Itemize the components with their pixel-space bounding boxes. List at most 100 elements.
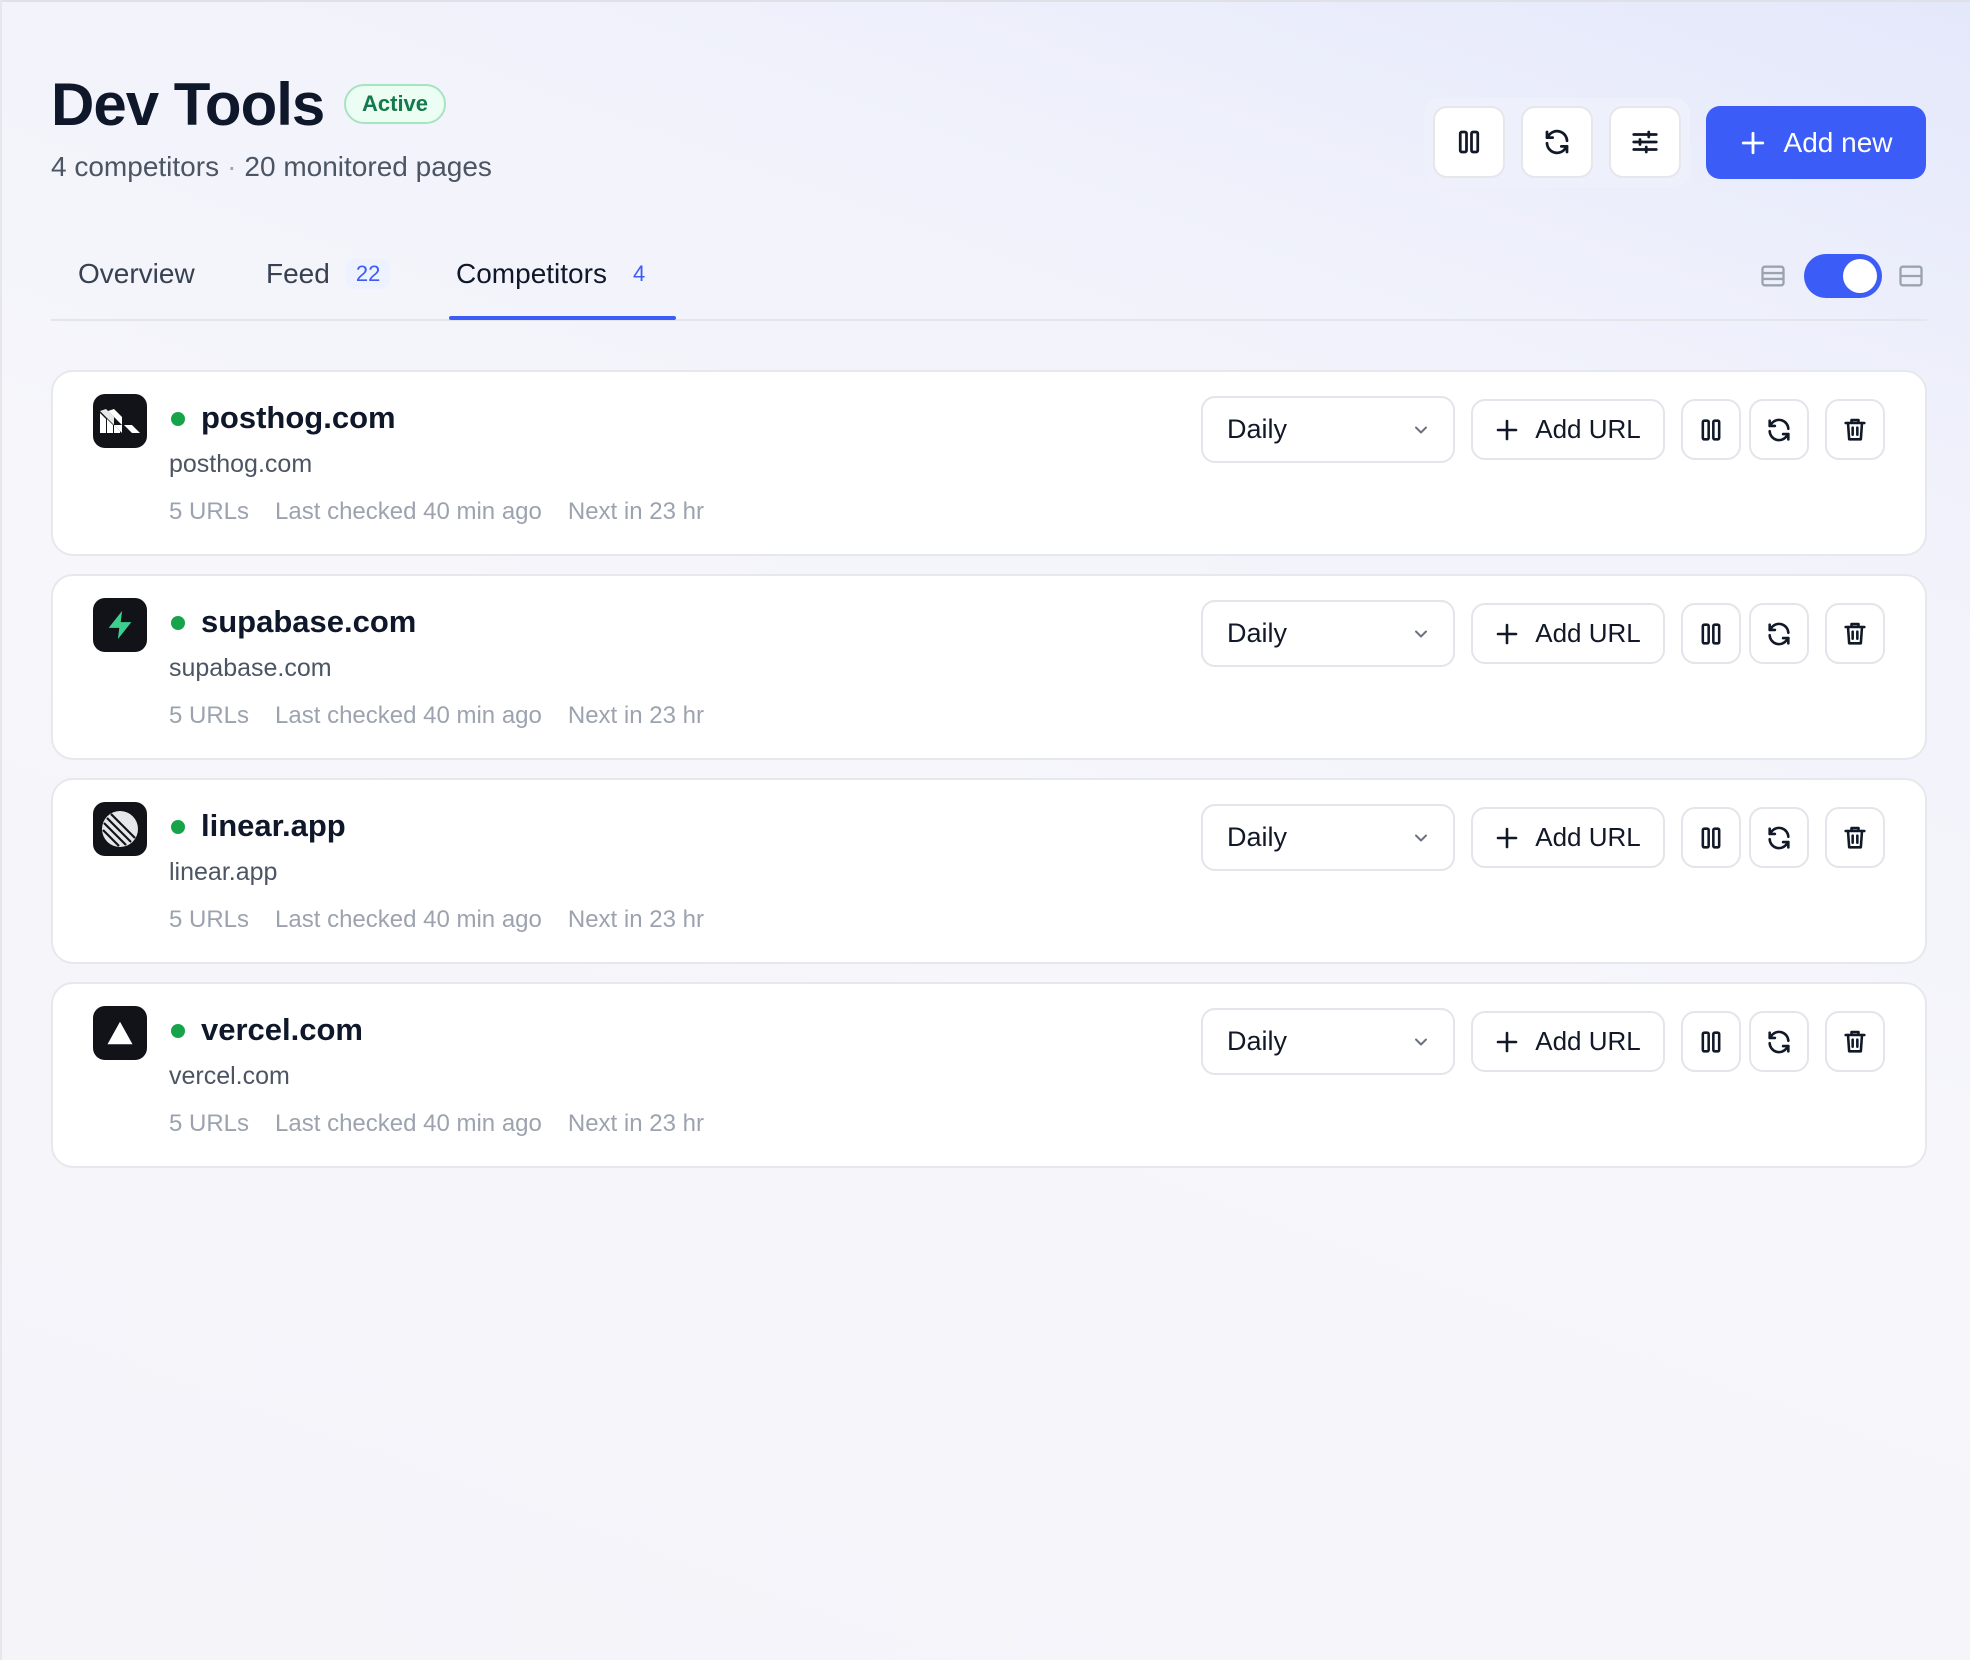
refresh-icon	[1768, 418, 1790, 441]
plus-icon	[1741, 131, 1764, 154]
add-new-button[interactable]: Add new	[1706, 106, 1926, 179]
list-view-button[interactable]	[1759, 262, 1787, 290]
refresh-button[interactable]	[1749, 603, 1809, 664]
refresh-icon	[1768, 622, 1790, 645]
chevron-down-icon	[1415, 426, 1427, 433]
competitor-url: supabase.com	[169, 654, 332, 682]
competitor-url: vercel.com	[169, 1062, 290, 1090]
competitor-card[interactable]: vercel.com vercel.com 5 URLs Last checke…	[51, 982, 1927, 1168]
tab-competitors[interactable]: Competitors 4	[456, 258, 655, 290]
tab-overview[interactable]: Overview	[78, 258, 195, 290]
add-url-button[interactable]: Add URL	[1471, 603, 1665, 664]
status-dot	[171, 412, 185, 426]
add-url-label: Add URL	[1535, 1026, 1641, 1056]
pause-icon	[1458, 130, 1480, 154]
plus-icon	[1496, 1031, 1518, 1052]
delete-button[interactable]	[1825, 603, 1885, 664]
active-tab-indicator	[449, 316, 676, 320]
refresh-icon	[1545, 129, 1569, 155]
competitor-name: linear.app	[201, 808, 346, 843]
delete-button[interactable]	[1825, 807, 1885, 868]
competitor-url: posthog.com	[169, 450, 313, 478]
tab-feed-count: 22	[345, 259, 391, 289]
last-checked: Last checked 40 min ago	[275, 702, 542, 729]
posthog-logo-icon	[93, 394, 147, 448]
pause-button[interactable]	[1681, 1011, 1741, 1072]
add-url-button[interactable]: Add URL	[1471, 807, 1665, 868]
view-toggle[interactable]	[1804, 254, 1882, 298]
delete-button[interactable]	[1825, 399, 1885, 460]
frequency-select[interactable]: Daily	[1201, 1008, 1455, 1075]
list-view-icon	[1761, 265, 1785, 287]
window-left-border	[0, 0, 2, 1660]
frequency-value: Daily	[1227, 822, 1288, 852]
split-view-button[interactable]	[1897, 262, 1925, 290]
competitor-card[interactable]: posthog.com posthog.com 5 URLs Last chec…	[51, 370, 1927, 556]
add-url-button[interactable]: Add URL	[1471, 1011, 1665, 1072]
page-title: Dev Tools	[51, 71, 325, 138]
next-check: Next in 23 hr	[567, 498, 704, 525]
pause-button[interactable]	[1681, 807, 1741, 868]
frequency-value: Daily	[1227, 414, 1288, 444]
chevron-down-icon	[1415, 630, 1427, 637]
trash-icon	[1844, 622, 1866, 645]
sliders-icon	[1632, 130, 1658, 154]
refresh-icon	[1768, 1030, 1790, 1053]
pause-button[interactable]	[1681, 603, 1741, 664]
plus-icon	[1496, 419, 1518, 440]
monitored-pages-count: 20 monitored pages	[244, 151, 492, 182]
refresh-all-button[interactable]	[1521, 106, 1593, 178]
competitor-meta: 5 URLs Last checked 40 min ago Next in 2…	[169, 1110, 704, 1138]
toggle-knob	[1843, 259, 1877, 293]
add-new-label: Add new	[1783, 126, 1893, 158]
refresh-button[interactable]	[1749, 807, 1809, 868]
frequency-value: Daily	[1227, 618, 1288, 648]
frequency-select[interactable]: Daily	[1201, 804, 1455, 871]
status-dot	[171, 820, 185, 834]
pause-button[interactable]	[1681, 399, 1741, 460]
tab-competitors-count: 4	[632, 261, 646, 286]
frequency-value: Daily	[1227, 1026, 1288, 1056]
frequency-select[interactable]: Daily	[1201, 600, 1455, 667]
tabs-divider	[51, 319, 1927, 321]
last-checked: Last checked 40 min ago	[275, 498, 542, 525]
competitors-count: 4 competitors	[51, 151, 220, 182]
chevron-down-icon	[1415, 1038, 1427, 1045]
last-checked: Last checked 40 min ago	[275, 1110, 542, 1137]
plus-icon	[1496, 623, 1518, 644]
frequency-select[interactable]: Daily	[1201, 396, 1455, 463]
add-url-label: Add URL	[1535, 618, 1641, 648]
refresh-button[interactable]	[1749, 399, 1809, 460]
status-dot	[171, 616, 185, 630]
tab-overview-label: Overview	[78, 258, 195, 289]
status-badge: Active	[344, 84, 447, 124]
trash-icon	[1844, 418, 1866, 441]
window-top-border	[0, 0, 1970, 2]
pause-icon	[1701, 622, 1721, 645]
pause-all-button[interactable]	[1433, 106, 1505, 178]
add-url-button[interactable]: Add URL	[1471, 399, 1665, 460]
competitor-name: posthog.com	[201, 400, 396, 435]
pause-icon	[1701, 1030, 1721, 1053]
competitor-meta: 5 URLs Last checked 40 min ago Next in 2…	[169, 702, 704, 730]
urls-count: 5 URLs	[169, 702, 250, 729]
competitor-card[interactable]: supabase.com supabase.com 5 URLs Last ch…	[51, 574, 1927, 760]
next-check: Next in 23 hr	[567, 1110, 704, 1137]
next-check: Next in 23 hr	[567, 906, 704, 933]
vercel-logo-icon	[93, 1006, 147, 1060]
refresh-button[interactable]	[1749, 1011, 1809, 1072]
filters-button[interactable]	[1609, 106, 1681, 178]
linear-logo-icon	[93, 802, 147, 856]
page-subtitle: 4 competitors · 20 monitored pages	[51, 151, 492, 183]
pause-icon	[1701, 418, 1721, 441]
tab-feed[interactable]: Feed 22	[266, 258, 391, 290]
competitor-card[interactable]: linear.app linear.app 5 URLs Last checke…	[51, 778, 1927, 964]
trash-icon	[1844, 826, 1866, 849]
status-dot	[171, 1024, 185, 1038]
supabase-logo-icon	[93, 598, 147, 652]
delete-button[interactable]	[1825, 1011, 1885, 1072]
urls-count: 5 URLs	[169, 498, 250, 525]
split-view-icon	[1899, 265, 1923, 287]
trash-icon	[1844, 1030, 1866, 1053]
competitor-name: supabase.com	[201, 604, 417, 639]
